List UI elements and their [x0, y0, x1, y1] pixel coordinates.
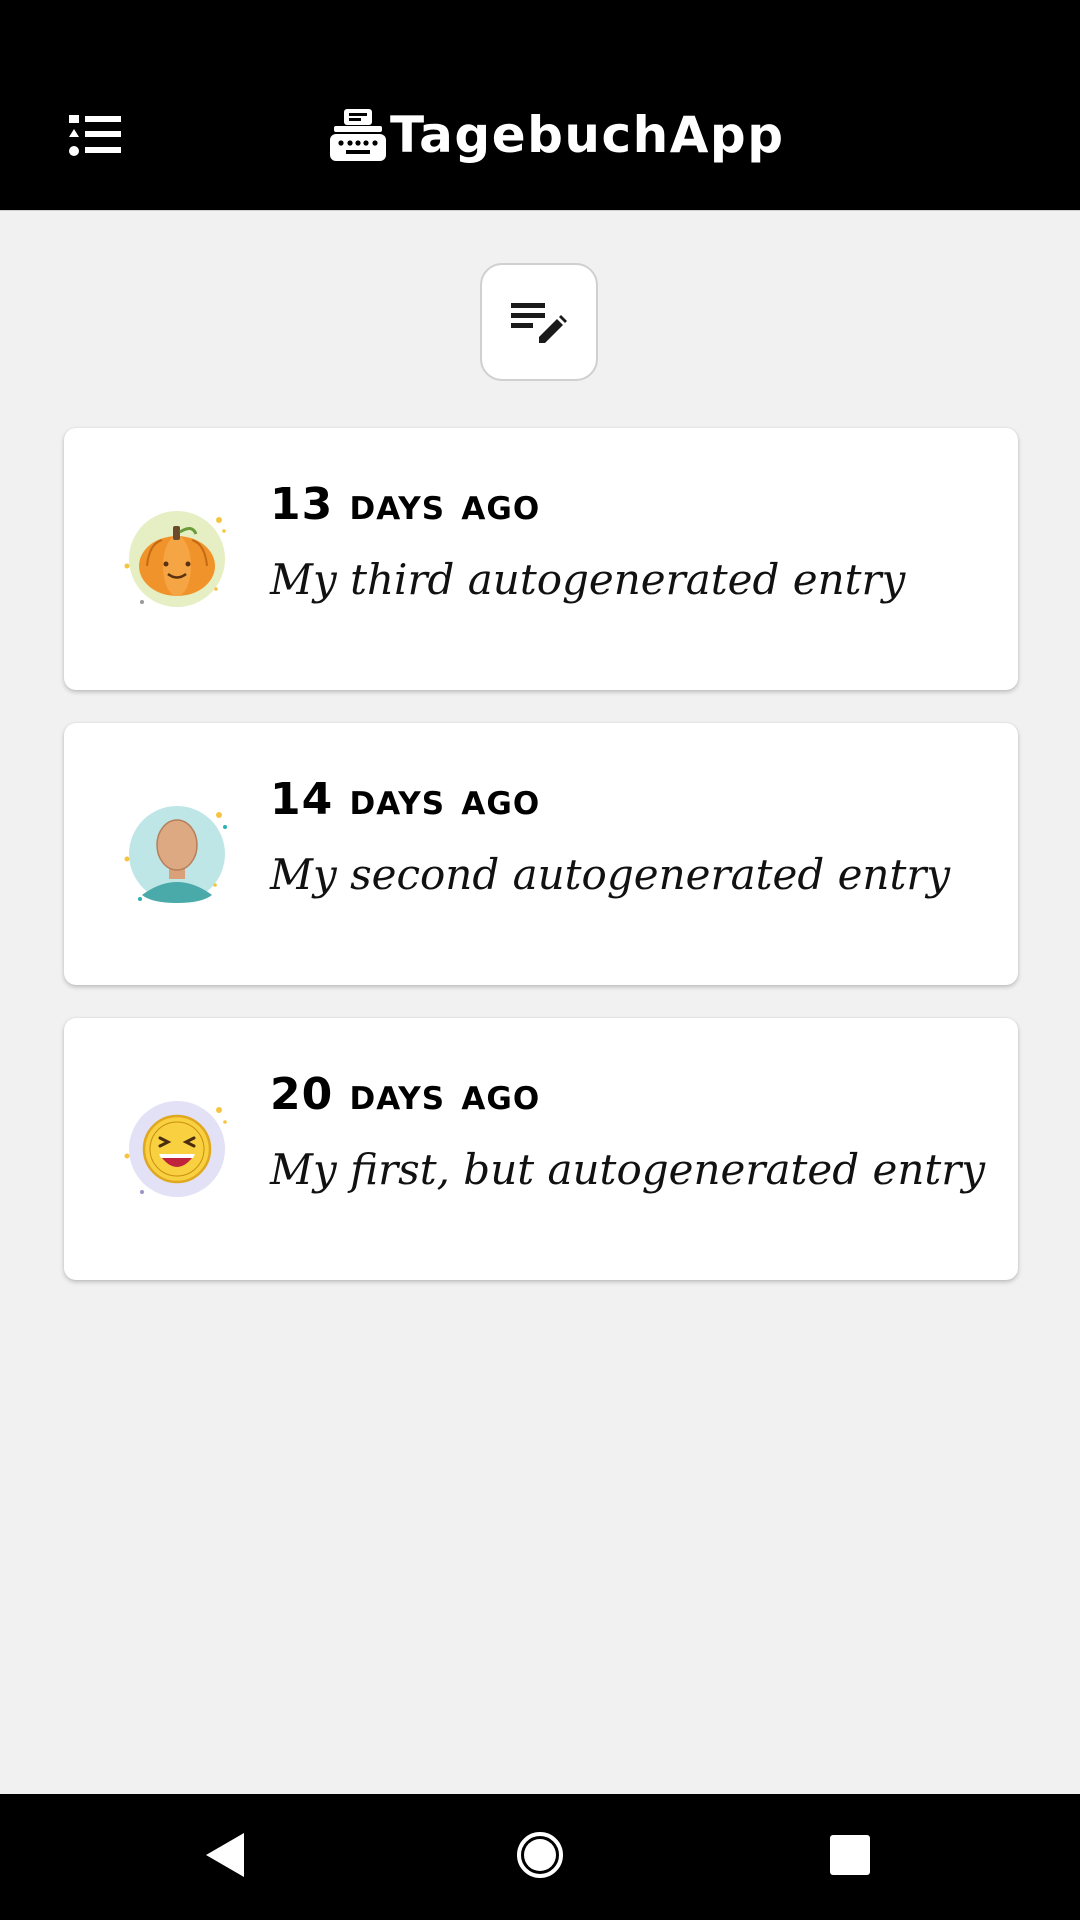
- entry-date: 20 days ago: [270, 1069, 541, 1120]
- list-icon: [69, 115, 121, 156]
- pumpkin-avatar-icon: [124, 511, 226, 607]
- entry-card[interactable]: 14 days ago My second autogenerated entr…: [64, 723, 1018, 985]
- laughing-face-avatar-icon: [124, 1101, 227, 1197]
- entry-list: 13 days ago My third autogenerated entry…: [64, 428, 1018, 1313]
- entry-body: My second autogenerated entry: [270, 850, 951, 899]
- person-avatar-icon: [124, 806, 227, 903]
- entry-text-block: 14 days ago My second autogenerated entr…: [270, 771, 994, 903]
- entry-body: My first, but autogenerated entry: [270, 1145, 986, 1194]
- system-nav-bar: [0, 1794, 1080, 1920]
- nav-home-button[interactable]: [500, 1820, 580, 1890]
- edit-note-icon: [511, 303, 567, 343]
- entry-text-block: 13 days ago My third autogenerated entry: [270, 476, 994, 608]
- typewriter-icon: [330, 109, 386, 161]
- app-title-group: TagebuchApp: [330, 100, 785, 170]
- entry-date: 14 days ago: [270, 774, 541, 825]
- nav-back-button[interactable]: [186, 1820, 266, 1890]
- recents-square-icon: [830, 1835, 870, 1875]
- back-triangle-icon: [206, 1833, 244, 1877]
- app-header: TagebuchApp: [0, 0, 1080, 211]
- app-root: TagebuchApp 13 days ago My third autogen…: [0, 0, 1080, 1920]
- entry-card[interactable]: 20 days ago My first, but autogenerated …: [64, 1018, 1018, 1280]
- entry-body: My third autogenerated entry: [270, 555, 906, 604]
- menu-button[interactable]: [60, 104, 130, 166]
- entry-date: 13 days ago: [270, 479, 541, 530]
- app-title: TagebuchApp: [390, 106, 785, 164]
- entry-card[interactable]: 13 days ago My third autogenerated entry: [64, 428, 1018, 690]
- home-circle-icon: [517, 1832, 563, 1878]
- entry-text-block: 20 days ago My first, but autogenerated …: [270, 1066, 994, 1198]
- nav-recents-button[interactable]: [810, 1820, 890, 1890]
- new-entry-button[interactable]: [480, 263, 598, 381]
